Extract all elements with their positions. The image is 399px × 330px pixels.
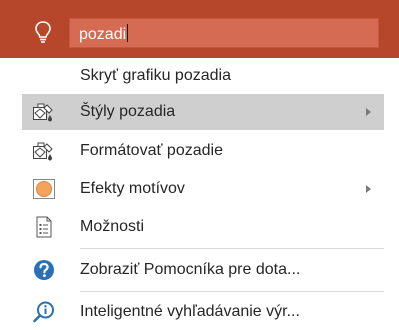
lightbulb-icon: [35, 21, 51, 43]
background-styles-icon: [33, 103, 53, 122]
smart-lookup-icon: [33, 301, 54, 323]
tell-me-dropdown: pozadi Skryť grafiku pozadia Štýly pozad…: [0, 0, 399, 330]
help-icon: [34, 260, 54, 280]
search-results-menu: Skryť grafiku pozadia Štýly pozadia Form…: [0, 58, 399, 330]
tell-me-search-bar: pozadi: [0, 0, 399, 58]
menu-item-label: Štýly pozadia: [80, 103, 176, 120]
search-query-text: pozadi: [79, 24, 129, 43]
menu-separator: [80, 291, 384, 292]
submenu-arrow-icon: [366, 108, 371, 116]
menu-item-smart-lookup[interactable]: Inteligentné vyhľadávanie výr...: [22, 294, 384, 330]
menu-item-label: Formátovať pozadie: [80, 142, 223, 159]
submenu-arrow-icon: [366, 185, 371, 193]
menu-item-label: Zobraziť Pomocníka pre dota...: [80, 261, 301, 278]
text-caret: [127, 24, 129, 42]
menu-item-theme-effects[interactable]: Efekty motívov: [22, 171, 384, 207]
menu-item-label: Efekty motívov: [80, 180, 185, 197]
menu-item-options[interactable]: Možnosti: [22, 209, 384, 245]
menu-item-show-help[interactable]: Zobraziť Pomocníka pre dota...: [22, 252, 384, 288]
menu-separator: [80, 248, 384, 249]
tell-me-search-input[interactable]: pozadi: [69, 18, 379, 48]
format-background-icon: [33, 142, 53, 161]
theme-effects-icon: [33, 179, 55, 199]
menu-item-label: Inteligentné vyhľadávanie výr...: [80, 303, 300, 320]
menu-item-format-background[interactable]: Formátovať pozadie: [22, 133, 384, 169]
menu-item-label: Skryť grafiku pozadia: [80, 67, 231, 84]
menu-item-background-styles[interactable]: Štýly pozadia: [22, 94, 384, 130]
options-document-icon: [36, 216, 52, 238]
menu-item-hide-background-graphics[interactable]: Skryť grafiku pozadia: [22, 58, 384, 94]
menu-item-label: Možnosti: [80, 218, 145, 235]
